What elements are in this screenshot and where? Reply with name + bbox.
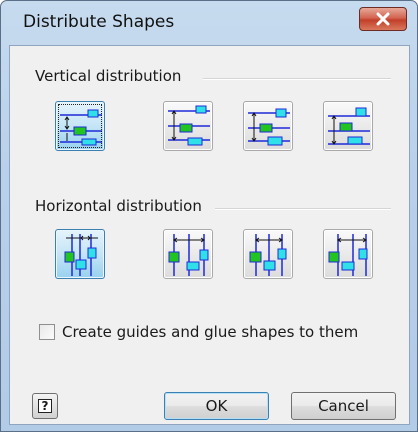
- horizontal-space-icon: [64, 234, 98, 276]
- distribute-horizontal-left-button[interactable]: [163, 229, 213, 279]
- help-button[interactable]: ?: [32, 393, 58, 419]
- vertical-distribution-label: Vertical distribution: [35, 67, 182, 85]
- horizontal-right-icon: [328, 234, 368, 276]
- vertical-section-divider: [203, 78, 391, 80]
- horizontal-distribution-label: Horizontal distribution: [35, 197, 202, 215]
- help-icon: ?: [38, 399, 52, 413]
- horizontal-section-divider: [215, 208, 391, 210]
- dialog-client-area: Vertical distribution Horizontal distrib…: [9, 45, 410, 425]
- vertical-bottom-icon: [328, 107, 370, 145]
- create-guides-label: Create guides and glue shapes to them: [62, 323, 359, 341]
- dialog-title: Distribute Shapes: [23, 12, 175, 32]
- close-button[interactable]: [359, 7, 407, 31]
- vertical-middle-icon: [248, 108, 290, 146]
- vertical-space-icon: [60, 109, 102, 146]
- distribute-shapes-dialog: Distribute Shapes Vertical distribution: [0, 0, 418, 432]
- distribute-vertical-bottom-button[interactable]: [323, 101, 373, 151]
- distribute-vertical-top-button[interactable]: [163, 101, 213, 151]
- create-guides-option[interactable]: Create guides and glue shapes to them: [39, 323, 358, 341]
- horizontal-left-icon: [168, 234, 209, 276]
- distribute-horizontal-right-button[interactable]: [323, 229, 373, 279]
- distribute-horizontal-center-button[interactable]: [243, 229, 293, 279]
- create-guides-checkbox[interactable]: [39, 324, 55, 340]
- distribute-horizontal-space-button[interactable]: [55, 229, 105, 279]
- vertical-top-icon: [168, 105, 210, 146]
- distribute-vertical-space-button[interactable]: [55, 101, 105, 151]
- distribute-vertical-middle-button[interactable]: [243, 101, 293, 151]
- title-bar[interactable]: Distribute Shapes: [1, 1, 417, 45]
- cancel-button[interactable]: Cancel: [291, 392, 396, 420]
- ok-button[interactable]: OK: [164, 392, 269, 420]
- close-icon: [376, 12, 390, 26]
- horizontal-center-icon: [249, 234, 287, 276]
